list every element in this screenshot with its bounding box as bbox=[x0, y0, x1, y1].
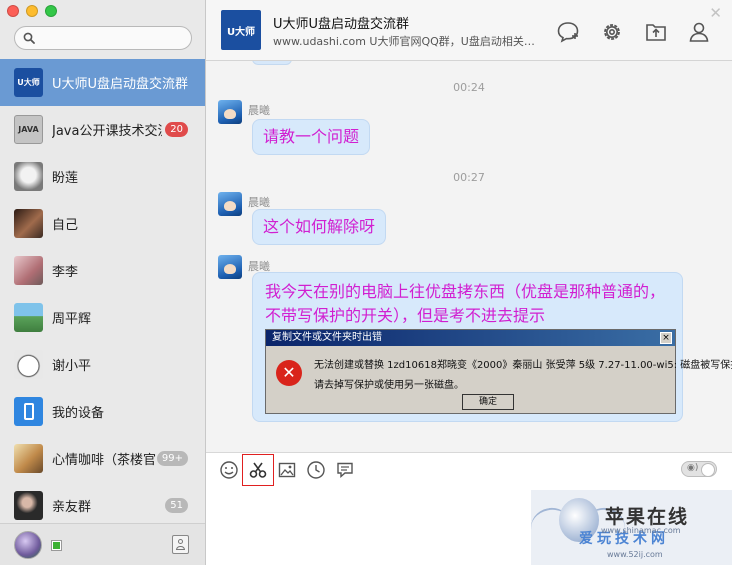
zoom-window-button[interactable] bbox=[45, 5, 57, 17]
sender-name: 晨曦 bbox=[248, 196, 270, 209]
watermark-logo: 苹果在线 爱玩技术网 www.shinamac.com www.52ij.com bbox=[527, 490, 732, 565]
contacts-book-icon[interactable] bbox=[172, 535, 189, 554]
avatar bbox=[14, 209, 43, 238]
unread-badge: 51 bbox=[165, 498, 188, 513]
sender-avatar[interactable] bbox=[218, 255, 242, 279]
contact-item-my-device[interactable]: 我的设备 bbox=[0, 388, 205, 435]
group-subtitle: www.udashi.com U大师官网QQ群，U盘启动相关… bbox=[273, 35, 535, 48]
contact-item-xinqing-coffee[interactable]: 心情咖啡（茶楼官 99+ bbox=[0, 435, 205, 482]
image-icon[interactable] bbox=[277, 460, 297, 480]
group-logo[interactable]: U大师 bbox=[221, 10, 261, 50]
error-icon: ✕ bbox=[276, 360, 302, 386]
contact-name: 周平辉 bbox=[52, 312, 92, 327]
sender-avatar[interactable] bbox=[218, 192, 242, 216]
contact-name: 盼莲 bbox=[52, 171, 79, 186]
minimize-window-button[interactable] bbox=[26, 5, 38, 17]
history-icon[interactable] bbox=[335, 460, 355, 480]
emoji-icon[interactable] bbox=[219, 460, 239, 480]
contact-name: 李李 bbox=[52, 265, 79, 280]
search-icon bbox=[23, 32, 35, 44]
error-dialog-screenshot[interactable]: 复制文件或文件夹时出错 × ✕ 无法创建或替换 1zd10618郑晓变《2000… bbox=[265, 329, 732, 414]
group-title: U大师U盘启动盘交流群 bbox=[273, 17, 410, 32]
message-bubble[interactable]: 我今天在别的电脑上往优盘拷东西（优盘是那种普通的，不带写保护的开关），但是考不进… bbox=[252, 272, 732, 422]
scissors-icon[interactable] bbox=[242, 454, 274, 486]
avatar bbox=[14, 350, 43, 379]
dialog-message: 请去掉写保护或使用另一张磁盘。 bbox=[314, 380, 464, 391]
contact-name: 亲友群 bbox=[52, 500, 92, 515]
contact-name: 自己 bbox=[52, 218, 79, 233]
timestamp: 00:27 bbox=[453, 171, 485, 184]
message-list[interactable]: 00:24 晨曦 请教一个问题 00:27 晨曦 这个如何解除呀 晨曦 我今天在… bbox=[206, 61, 732, 452]
timestamp: 00:24 bbox=[453, 81, 485, 94]
dialog-close-icon: × bbox=[660, 332, 672, 344]
close-window-button[interactable] bbox=[7, 5, 19, 17]
window-controls bbox=[7, 5, 57, 17]
search-input[interactable] bbox=[41, 30, 186, 46]
contact-name: U大师U盘启动盘交流群 bbox=[52, 77, 189, 92]
contact-name: 谢小平 bbox=[52, 359, 92, 374]
contact-item-zhoupinghui[interactable]: 周平辉 bbox=[0, 294, 205, 341]
dialog-ok-button: 确定 bbox=[462, 394, 514, 410]
person-icon[interactable] bbox=[687, 20, 711, 44]
contact-item-ziji[interactable]: 自己 bbox=[0, 200, 205, 247]
composer-toolbar: ◉) bbox=[206, 452, 732, 486]
contact-item-panlian[interactable]: 盼莲 bbox=[0, 153, 205, 200]
dialog-title: 复制文件或文件夹时出错 × bbox=[266, 330, 675, 346]
contact-list: U大师 U大师U盘启动盘交流群 JAVA Java公开课技术交流 20 盼莲 自… bbox=[0, 59, 205, 529]
sidebar-footer bbox=[0, 523, 205, 565]
avatar bbox=[14, 162, 43, 191]
upload-icon[interactable] bbox=[644, 20, 668, 44]
previous-message-bubble bbox=[252, 61, 292, 65]
message-bubble[interactable]: 请教一个问题 bbox=[252, 119, 371, 155]
contact-item-lili[interactable]: 李李 bbox=[0, 247, 205, 294]
phone-icon bbox=[14, 397, 43, 426]
search-box[interactable] bbox=[14, 26, 192, 50]
contact-item-qinyou-group[interactable]: 亲友群 51 bbox=[0, 482, 205, 529]
watermark-url: www.52ij.com bbox=[607, 550, 663, 559]
clock-icon[interactable] bbox=[306, 460, 326, 480]
avatar: U大师 bbox=[14, 68, 43, 97]
contact-name: 我的设备 bbox=[52, 406, 105, 421]
chat-bubble-icon[interactable] bbox=[556, 20, 580, 44]
avatar: JAVA bbox=[14, 115, 43, 144]
avatar bbox=[14, 256, 43, 285]
voice-toggle[interactable]: ◉) bbox=[681, 461, 717, 477]
sidebar: U大师 U大师U盘启动盘交流群 JAVA Java公开课技术交流 20 盼莲 自… bbox=[0, 0, 206, 565]
message-bubble[interactable]: 这个如何解除呀 bbox=[252, 209, 387, 245]
sender-avatar[interactable] bbox=[218, 100, 242, 124]
avatar bbox=[14, 303, 43, 332]
avatar bbox=[14, 444, 43, 473]
unread-badge: 99+ bbox=[156, 451, 188, 466]
speaker-icon: ◉) bbox=[687, 463, 699, 473]
contact-item-java-group[interactable]: JAVA Java公开课技术交流 20 bbox=[0, 106, 205, 153]
avatar bbox=[14, 491, 43, 520]
message-text: 我今天在别的电脑上往优盘拷东西（优盘是那种普通的，不带写保护的开关），但是考不进… bbox=[265, 282, 666, 325]
online-status-icon[interactable] bbox=[51, 540, 62, 551]
gear-icon[interactable] bbox=[600, 20, 624, 44]
contact-item-xiexiaoping[interactable]: 谢小平 bbox=[0, 341, 205, 388]
unread-badge: 20 bbox=[165, 122, 188, 137]
contact-name: 心情咖啡（茶楼官 bbox=[52, 453, 157, 468]
sender-name: 晨曦 bbox=[248, 104, 270, 117]
watermark-title: 苹果在线 bbox=[605, 506, 690, 528]
watermark-url: www.shinamac.com bbox=[601, 526, 681, 535]
close-icon[interactable]: ✕ bbox=[709, 6, 722, 21]
contact-item-udashi-group[interactable]: U大师 U大师U盘启动盘交流群 bbox=[0, 59, 205, 106]
my-avatar[interactable] bbox=[14, 531, 42, 559]
chat-header: U大师 U大师U盘启动盘交流群 www.udashi.com U大师官网QQ群，… bbox=[206, 0, 732, 61]
contact-name: Java公开课技术交流 bbox=[52, 124, 162, 139]
